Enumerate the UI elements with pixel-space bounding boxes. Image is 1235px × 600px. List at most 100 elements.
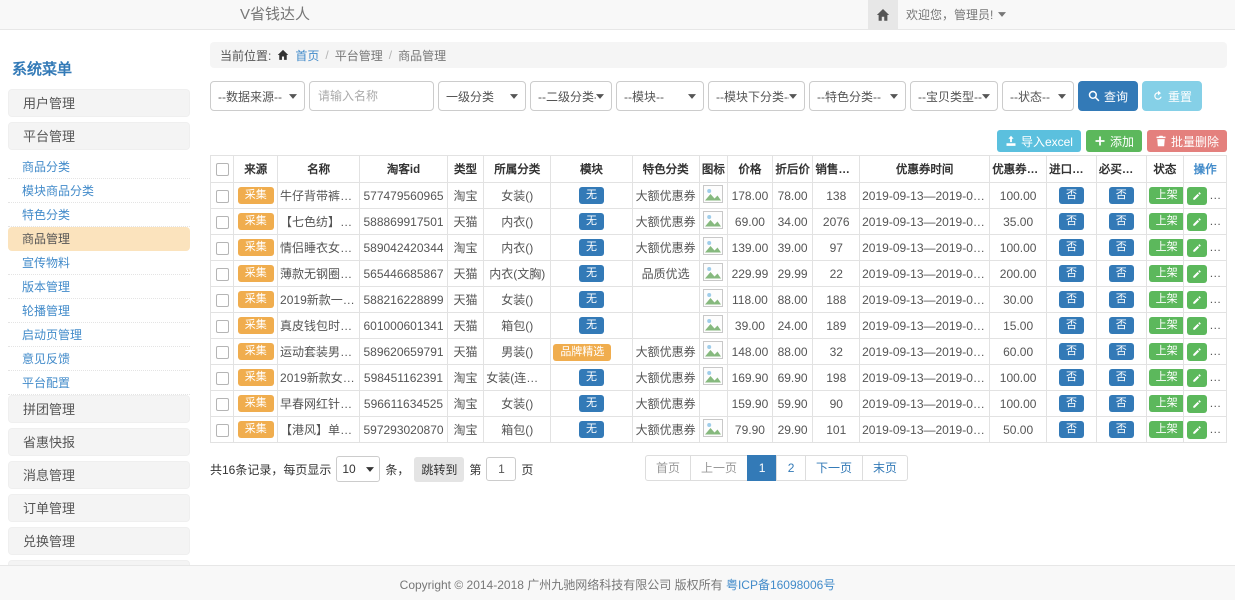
jump-button[interactable]: 跳转到	[414, 457, 464, 482]
page-button-2[interactable]: 1	[747, 455, 777, 481]
import-select-toggle[interactable]: 否	[1059, 343, 1084, 361]
import-select-toggle[interactable]: 否	[1059, 369, 1084, 387]
page-button-0[interactable]: 首页	[645, 455, 691, 481]
row-checkbox[interactable]	[216, 268, 229, 281]
navbar-home-button[interactable]	[868, 0, 898, 29]
row-checkbox[interactable]	[216, 242, 229, 255]
status-select[interactable]: --状态--	[1002, 81, 1074, 111]
row-checkbox[interactable]	[216, 346, 229, 359]
sidebar-item-goods-category[interactable]: 商品分类	[8, 155, 190, 179]
edit-button[interactable]	[1187, 291, 1207, 309]
cell-actions	[1184, 235, 1227, 261]
must-buy-toggle[interactable]: 否	[1109, 369, 1134, 387]
import-select-toggle[interactable]: 否	[1059, 291, 1084, 309]
reset-button[interactable]: 重置	[1142, 81, 1202, 111]
jump-page-input[interactable]	[486, 457, 516, 481]
data-source-select[interactable]: --数据来源--	[210, 81, 305, 111]
status-badge[interactable]: 上架	[1149, 421, 1184, 439]
import-select-toggle[interactable]: 否	[1059, 421, 1084, 439]
sidebar-item-platform-mgmt[interactable]: 平台管理	[8, 122, 190, 150]
breadcrumb-home-link[interactable]: 首页	[295, 47, 319, 64]
sidebar-item-feedback[interactable]: 意见反馈	[8, 347, 190, 371]
level2-category-select[interactable]: --二级分类--	[530, 81, 612, 111]
bulk-delete-button[interactable]: 批量删除	[1147, 130, 1227, 152]
status-badge[interactable]: 上架	[1149, 291, 1184, 309]
import-select-toggle[interactable]: 否	[1059, 187, 1084, 205]
edit-button[interactable]	[1187, 187, 1207, 205]
column-header: 类型	[447, 156, 484, 183]
status-badge[interactable]: 上架	[1149, 213, 1184, 231]
name-input[interactable]	[309, 81, 434, 111]
must-buy-toggle[interactable]: 否	[1109, 187, 1134, 205]
status-badge[interactable]: 上架	[1149, 265, 1184, 283]
page-button-5[interactable]: 末页	[862, 455, 908, 481]
add-button[interactable]: 添加	[1086, 130, 1142, 152]
module-select[interactable]: --模块--	[616, 81, 704, 111]
select-all-checkbox[interactable]	[216, 163, 229, 176]
module-subcategory-select[interactable]: --模块下分类--	[708, 81, 805, 111]
status-badge[interactable]: 上架	[1149, 317, 1184, 335]
import-select-toggle[interactable]: 否	[1059, 317, 1084, 335]
must-buy-toggle[interactable]: 否	[1109, 213, 1134, 231]
per-page-select[interactable]: 10	[336, 456, 380, 482]
import-excel-button[interactable]: 导入excel	[997, 130, 1081, 152]
sidebar-item-platform-config[interactable]: 平台配置	[8, 371, 190, 395]
sidebar-item-user-mgmt[interactable]: 用户管理	[8, 89, 190, 117]
edit-button[interactable]	[1187, 395, 1207, 413]
sidebar-item-version-mgmt[interactable]: 版本管理	[8, 275, 190, 299]
must-buy-toggle[interactable]: 否	[1109, 395, 1134, 413]
sidebar-item-module-goods-category[interactable]: 模块商品分类	[8, 179, 190, 203]
must-buy-toggle[interactable]: 否	[1109, 265, 1134, 283]
edit-button[interactable]	[1187, 369, 1207, 387]
level1-category-select[interactable]: 一级分类	[438, 81, 526, 111]
icp-link[interactable]: 粤ICP备16098006号	[726, 578, 835, 592]
cell-module: 无	[551, 417, 632, 443]
import-select-toggle[interactable]: 否	[1059, 213, 1084, 231]
row-checkbox[interactable]	[216, 372, 229, 385]
sidebar-item-carousel-mgmt[interactable]: 轮播管理	[8, 299, 190, 323]
row-checkbox[interactable]	[216, 216, 229, 229]
sidebar-item-order-mgmt[interactable]: 订单管理	[8, 494, 190, 522]
row-checkbox[interactable]	[216, 398, 229, 411]
edit-button[interactable]	[1187, 239, 1207, 257]
import-select-toggle[interactable]: 否	[1059, 239, 1084, 257]
status-badge[interactable]: 上架	[1149, 343, 1184, 361]
edit-button[interactable]	[1187, 265, 1207, 283]
page-button-1[interactable]: 上一页	[690, 455, 748, 481]
row-checkbox[interactable]	[216, 190, 229, 203]
must-buy-toggle[interactable]: 否	[1109, 343, 1134, 361]
edit-button[interactable]	[1187, 213, 1207, 231]
status-badge[interactable]: 上架	[1149, 369, 1184, 387]
sidebar-item-goods-mgmt[interactable]: 商品管理	[8, 227, 190, 251]
must-buy-toggle[interactable]: 否	[1109, 317, 1134, 335]
must-buy-toggle[interactable]: 否	[1109, 421, 1134, 439]
row-checkbox[interactable]	[216, 424, 229, 437]
page-button-3[interactable]: 2	[776, 455, 806, 481]
sidebar-item-promo-materials[interactable]: 宣传物料	[8, 251, 190, 275]
feature-category-select[interactable]: --特色分类--	[809, 81, 906, 111]
status-badge[interactable]: 上架	[1149, 395, 1184, 413]
sidebar-item-exchange-mgmt[interactable]: 兑换管理	[8, 527, 190, 555]
import-select-toggle[interactable]: 否	[1059, 265, 1084, 283]
edit-button[interactable]	[1187, 421, 1207, 439]
status-badge[interactable]: 上架	[1149, 239, 1184, 257]
sidebar-item-feature-category[interactable]: 特色分类	[8, 203, 190, 227]
edit-button[interactable]	[1187, 343, 1207, 361]
search-button[interactable]: 查询	[1078, 81, 1138, 111]
item-type-select[interactable]: --宝贝类型--	[910, 81, 998, 111]
page-button-4[interactable]: 下一页	[805, 455, 863, 481]
sidebar-item-savings-news[interactable]: 省惠快报	[8, 428, 190, 456]
user-menu[interactable]: 欢迎您，管理员!	[906, 0, 1006, 29]
sidebar-item-group-buy-mgmt[interactable]: 拼团管理	[8, 395, 190, 423]
row-checkbox[interactable]	[216, 320, 229, 333]
must-buy-toggle[interactable]: 否	[1109, 291, 1134, 309]
sidebar-item-splash-page-mgmt[interactable]: 启动页管理	[8, 323, 190, 347]
cell-price: 229.99	[728, 261, 773, 287]
edit-button[interactable]	[1187, 317, 1207, 335]
row-checkbox[interactable]	[216, 294, 229, 307]
import-select-toggle[interactable]: 否	[1059, 395, 1084, 413]
cell-checkbox	[211, 339, 234, 365]
must-buy-toggle[interactable]: 否	[1109, 239, 1134, 257]
status-badge[interactable]: 上架	[1149, 187, 1184, 205]
sidebar-item-message-mgmt[interactable]: 消息管理	[8, 461, 190, 489]
